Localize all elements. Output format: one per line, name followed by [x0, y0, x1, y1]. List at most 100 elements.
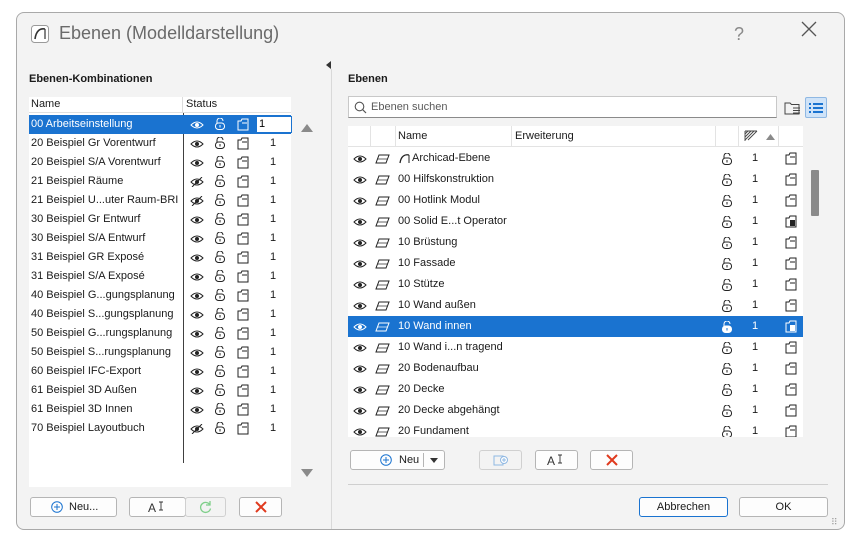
lock-icon[interactable] [721, 362, 733, 378]
wireframe-icon[interactable] [785, 341, 797, 357]
layer-row[interactable]: 10 Stütze 1 [348, 274, 803, 295]
wireframe-icon[interactable] [785, 278, 797, 294]
lock-icon[interactable] [721, 320, 733, 336]
combination-row[interactable]: 40 Beispiel S...gungsplanung 1 [29, 305, 291, 324]
intersection-group-input[interactable]: 1 [256, 116, 292, 133]
lock-icon[interactable] [214, 421, 226, 437]
wireframe-icon[interactable] [237, 137, 249, 153]
new-layer-from-button[interactable] [479, 450, 522, 470]
eye-icon[interactable] [353, 217, 367, 230]
delete-layer-button[interactable] [590, 450, 633, 470]
layer-row[interactable]: 20 Decke 1 [348, 379, 803, 400]
layer-row[interactable]: 20 Bodenaufbau 1 [348, 358, 803, 379]
layer-row[interactable]: 10 Wand innen 1 [348, 316, 803, 337]
lock-icon[interactable] [721, 341, 733, 357]
eye-icon[interactable] [190, 348, 204, 361]
layers-scrollbar-thumb[interactable] [811, 170, 819, 216]
layer-row[interactable]: 00 Solid E...t Operator 1 [348, 211, 803, 232]
combination-row[interactable]: 20 Beispiel S/A Vorentwurf 1 [29, 153, 291, 172]
lock-icon[interactable] [721, 299, 733, 315]
lock-icon[interactable] [721, 236, 733, 252]
wireframe-icon[interactable] [237, 327, 249, 343]
eye-icon[interactable] [353, 301, 367, 314]
column-status[interactable]: Status [186, 98, 217, 110]
wireframe-icon[interactable] [237, 270, 249, 286]
combination-row[interactable]: 70 Beispiel Layoutbuch 1 [29, 419, 291, 438]
wireframe-icon[interactable] [785, 236, 797, 252]
eye-icon[interactable] [190, 310, 204, 323]
wireframe-icon[interactable] [237, 422, 249, 438]
eye-icon[interactable] [353, 406, 367, 419]
wireframe-icon[interactable] [237, 308, 249, 324]
eye-icon[interactable] [353, 280, 367, 293]
combination-row[interactable]: 20 Beispiel Gr Vorentwurf 1 [29, 134, 291, 153]
delete-combination-button[interactable] [239, 497, 282, 517]
eye-icon[interactable] [353, 259, 367, 272]
eye-icon[interactable] [190, 139, 204, 152]
layer-row[interactable]: 00 Hilfskonstruktion 1 [348, 169, 803, 190]
eye-icon[interactable] [190, 405, 204, 418]
wireframe-icon[interactable] [237, 232, 249, 248]
eye-icon[interactable] [190, 253, 204, 266]
column-name[interactable]: Name [31, 98, 60, 110]
wireframe-icon[interactable] [237, 194, 249, 210]
eye-icon[interactable] [353, 385, 367, 398]
layer-row[interactable]: Archicad-Ebene 1 [348, 148, 803, 169]
eye-icon[interactable] [190, 329, 204, 342]
lock-icon[interactable] [721, 383, 733, 399]
lock-icon[interactable] [214, 326, 226, 342]
eye-icon[interactable] [190, 291, 204, 304]
panel-divider[interactable] [331, 69, 332, 529]
layer-row[interactable]: 10 Wand i...n tragend 1 [348, 337, 803, 358]
lock-icon[interactable] [214, 136, 226, 152]
list-view-button[interactable] [805, 97, 827, 118]
hidden-eye-icon[interactable] [190, 423, 204, 437]
combination-row[interactable]: 21 Beispiel Räume 1 [29, 172, 291, 191]
combination-row[interactable]: 61 Beispiel 3D Außen 1 [29, 381, 291, 400]
eye-icon[interactable] [353, 322, 367, 335]
lock-icon[interactable] [214, 307, 226, 323]
eye-icon[interactable] [353, 364, 367, 377]
combination-row[interactable]: 60 Beispiel IFC-Export 1 [29, 362, 291, 381]
layer-search-input[interactable]: Ebenen suchen [348, 96, 777, 118]
intersection-group-icon[interactable] [744, 130, 762, 142]
wireframe-icon[interactable] [785, 425, 797, 437]
wireframe-icon[interactable] [237, 118, 249, 134]
eye-icon[interactable] [353, 238, 367, 251]
hidden-eye-icon[interactable] [190, 176, 204, 190]
hidden-eye-icon[interactable] [190, 195, 204, 209]
lock-icon[interactable] [721, 278, 733, 294]
wireframe-icon[interactable] [237, 403, 249, 419]
rename-combination-button[interactable]: A [129, 497, 186, 517]
lock-icon[interactable] [721, 257, 733, 273]
wireframe-icon[interactable] [785, 152, 797, 168]
lock-icon[interactable] [214, 383, 226, 399]
lock-icon[interactable] [721, 215, 733, 231]
eye-icon[interactable] [190, 234, 204, 247]
eye-icon[interactable] [190, 158, 204, 171]
wireframe-icon[interactable] [785, 194, 797, 210]
combination-row[interactable]: 31 Beispiel S/A Exposé 1 [29, 267, 291, 286]
combination-row[interactable]: 30 Beispiel S/A Entwurf 1 [29, 229, 291, 248]
wireframe-icon[interactable] [785, 362, 797, 378]
wireframe-icon[interactable] [237, 213, 249, 229]
lock-icon[interactable] [721, 404, 733, 420]
column-layer-name[interactable]: Name [398, 130, 427, 142]
lock-icon[interactable] [721, 194, 733, 210]
layer-row[interactable]: 20 Fundament 1 [348, 421, 803, 437]
eye-icon[interactable] [353, 154, 367, 167]
eye-icon[interactable] [353, 196, 367, 209]
update-combination-button[interactable] [185, 497, 226, 517]
ok-button[interactable]: OK [739, 497, 828, 517]
layer-row[interactable]: 10 Wand außen 1 [348, 295, 803, 316]
folder-view-button[interactable] [783, 98, 803, 118]
wireframe-icon[interactable] [237, 384, 249, 400]
wireframe-icon[interactable] [237, 175, 249, 191]
lock-icon[interactable] [214, 155, 226, 171]
layer-row[interactable]: 00 Hotlink Modul 1 [348, 190, 803, 211]
sort-ascending-icon[interactable] [766, 134, 775, 140]
lock-icon[interactable] [214, 345, 226, 361]
combination-row[interactable]: 30 Beispiel Gr Entwurf 1 [29, 210, 291, 229]
column-extension[interactable]: Erweiterung [515, 130, 574, 142]
wireframe-icon[interactable] [237, 365, 249, 381]
